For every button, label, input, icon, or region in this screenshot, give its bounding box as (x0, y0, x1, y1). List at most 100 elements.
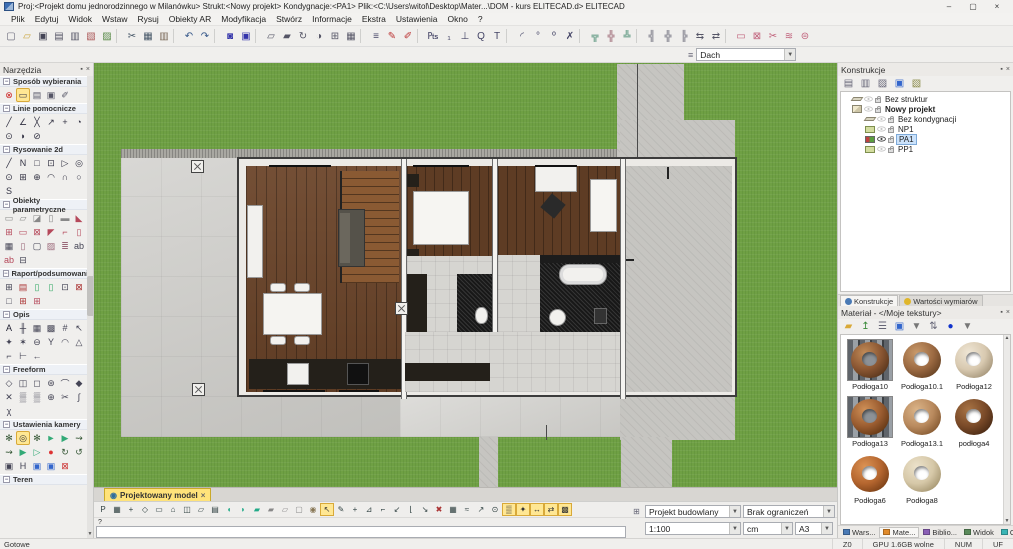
section-header-ustawienia-kamery[interactable]: − Ustawienia kamery (0, 419, 93, 430)
wall-icon[interactable]: ▭ (2, 211, 16, 225)
menu-item[interactable]: Wstaw (97, 14, 133, 24)
roof-edit-icon[interactable]: ◤ (44, 225, 58, 239)
draw-arc-icon[interactable]: ◠ (44, 170, 58, 184)
import-material-icon[interactable]: ↥ (858, 320, 873, 334)
close-button[interactable]: × (985, 1, 1009, 13)
eye-icon[interactable] (864, 106, 873, 112)
lock-icon[interactable] (888, 135, 894, 143)
texture-podloga10-1[interactable]: Podłoga10.1 (896, 339, 948, 391)
collapse-icon[interactable]: − (3, 270, 9, 277)
close-tab-icon[interactable]: × (201, 491, 206, 500)
tree-item-np1[interactable]: NP1 (841, 124, 1010, 134)
strip-wave-icon[interactable]: ≈ (460, 503, 474, 516)
wall-right-icon[interactable]: ╣ (644, 28, 660, 44)
bend-icon[interactable]: ∫ (72, 390, 86, 404)
import-icon[interactable]: ▨ (99, 28, 115, 44)
box2-icon[interactable]: ◻ (30, 376, 44, 390)
toolbar-icon[interactable] (725, 29, 732, 43)
strip-box-icon[interactable]: ▢ (292, 503, 306, 516)
helpcircle-compass-icon[interactable]: ◔ (72, 115, 86, 129)
print-preview-icon[interactable]: ▥ (67, 28, 83, 44)
menu-item[interactable]: Ekstra (357, 14, 391, 24)
eye-icon[interactable] (877, 126, 886, 132)
copy-icon[interactable]: ▦ (140, 28, 156, 44)
wall-axis-icon[interactable]: ╬ (660, 28, 676, 44)
select-cancel-icon[interactable]: ⊗ (2, 88, 16, 102)
section-header-opis[interactable]: − Opis (0, 309, 93, 320)
person-icon[interactable]: ✻ (30, 431, 44, 445)
tools-scrollbar[interactable]: ▼ (87, 76, 93, 538)
collapse-icon[interactable]: − (3, 476, 10, 483)
redo-icon[interactable]: ↷ (197, 28, 213, 44)
preview-dd-icon[interactable]: ▼ (909, 320, 924, 334)
select-lasso-icon[interactable]: ✐ (58, 88, 72, 102)
texture-podloga12[interactable]: Podłoga12 (948, 339, 1000, 391)
flag-icon[interactable]: ► (44, 431, 58, 445)
strip-snap-icon[interactable]: ⊙ (488, 503, 502, 516)
eye-icon[interactable] (864, 96, 873, 102)
record-icon[interactable]: ● (44, 445, 58, 459)
group-object-icon[interactable]: ▦ (343, 28, 359, 44)
unit-select[interactable]: cm ▼ (743, 522, 793, 535)
snap-t-icon[interactable]: T (489, 28, 505, 44)
draw-line-icon[interactable]: ╱ (2, 156, 16, 170)
tree-item-pa1[interactable]: PA1 (841, 133, 1010, 145)
strip-corner-icon[interactable]: ⌐ (376, 503, 390, 516)
menu-item[interactable]: ? (473, 14, 488, 24)
strip-person4-icon[interactable]: ▩ (558, 503, 572, 516)
strip-plus-icon[interactable]: + (348, 503, 362, 516)
chevron-down-icon[interactable]: ▼ (729, 523, 740, 534)
menu-item[interactable]: Modyfikacja (216, 14, 271, 24)
menu-item[interactable]: Stwórz (271, 14, 307, 24)
structure-add-icon[interactable]: ▧ (909, 77, 924, 91)
layers-red-icon[interactable]: ≋ (781, 28, 797, 44)
trim-icon[interactable]: χ (2, 404, 16, 418)
structure-layers-icon[interactable]: ▨ (875, 77, 890, 91)
door-report2-icon[interactable]: ▯ (44, 280, 58, 294)
strip-pen-icon[interactable]: ✎ (334, 503, 348, 516)
helpcircle-tangent-icon[interactable]: ◗ (16, 129, 30, 143)
material-scrollbar[interactable]: ▲ ▼ (1003, 335, 1010, 524)
area-label-icon[interactable]: □ (2, 294, 16, 308)
draw-arc-angle-icon[interactable]: ∩ (58, 170, 72, 184)
snap-0-icon[interactable]: º (546, 28, 562, 44)
strip-arrow3-icon[interactable]: ↗ (474, 503, 488, 516)
strip-cursor-icon[interactable]: ↖ (320, 503, 334, 516)
stairs-icon[interactable]: ≣ (58, 239, 72, 253)
dim-frame-icon[interactable]: # (58, 321, 72, 335)
solid-icon[interactable]: ◆ (72, 376, 86, 390)
strip-arrow2-icon[interactable]: ↘ (418, 503, 432, 516)
select-layer-icon[interactable]: ▤ (30, 88, 44, 102)
menu-item[interactable]: Informacje (307, 14, 357, 24)
dock-tab-biblioteka[interactable]: Biblio... (920, 527, 960, 538)
draw-circle-axes-icon[interactable]: ⊕ (30, 170, 44, 184)
lock-icon[interactable] (875, 105, 881, 113)
select-rect-icon[interactable]: ▭ (16, 88, 30, 102)
eye-icon[interactable] (877, 136, 886, 142)
section-header-obiekty-parametryczne[interactable]: − Obiekty parametryczne (0, 196, 93, 214)
sill-icon[interactable]: ⊟ (16, 253, 30, 267)
menu-item[interactable]: Obiekty AR (164, 14, 217, 24)
helpcircle-radius-icon[interactable]: ⊘ (30, 129, 44, 143)
section-header-linie-pomocnicze[interactable]: − Linie pomocnicze (0, 103, 93, 114)
arc-dim-icon[interactable]: ◠ (58, 335, 72, 349)
align-bottom-icon[interactable]: ╩ (619, 28, 635, 44)
plan-report-red-icon[interactable]: ⊠ (72, 280, 86, 294)
strip-grid-icon[interactable]: ▦ (446, 503, 460, 516)
strip-pan-icon[interactable]: ▭ (152, 503, 166, 516)
leader-icon[interactable]: ↖ (72, 321, 86, 335)
camera-delete-icon[interactable]: ⊠ (58, 459, 72, 473)
spotlight-icon[interactable]: ✦ (2, 335, 16, 349)
strip-hatch-icon[interactable]: ▒ (502, 503, 516, 516)
pipe-icon[interactable]: ⌒ (58, 376, 72, 390)
extrude-b-icon[interactable]: ▒ (30, 390, 44, 404)
menu-item[interactable]: Ustawienia (391, 14, 443, 24)
grid-icon[interactable]: ▦ (2, 239, 16, 253)
lock-icon[interactable] (888, 125, 894, 133)
door-icon[interactable]: ▯ (16, 239, 30, 253)
strip-globe-icon[interactable]: ◉ (306, 503, 320, 516)
section-header-teren[interactable]: − Teren (0, 474, 93, 485)
toolbar-icon[interactable] (579, 29, 586, 43)
strip-refresh-icon[interactable]: + (124, 503, 138, 516)
helpline-cross-icon[interactable]: ╳ (30, 115, 44, 129)
